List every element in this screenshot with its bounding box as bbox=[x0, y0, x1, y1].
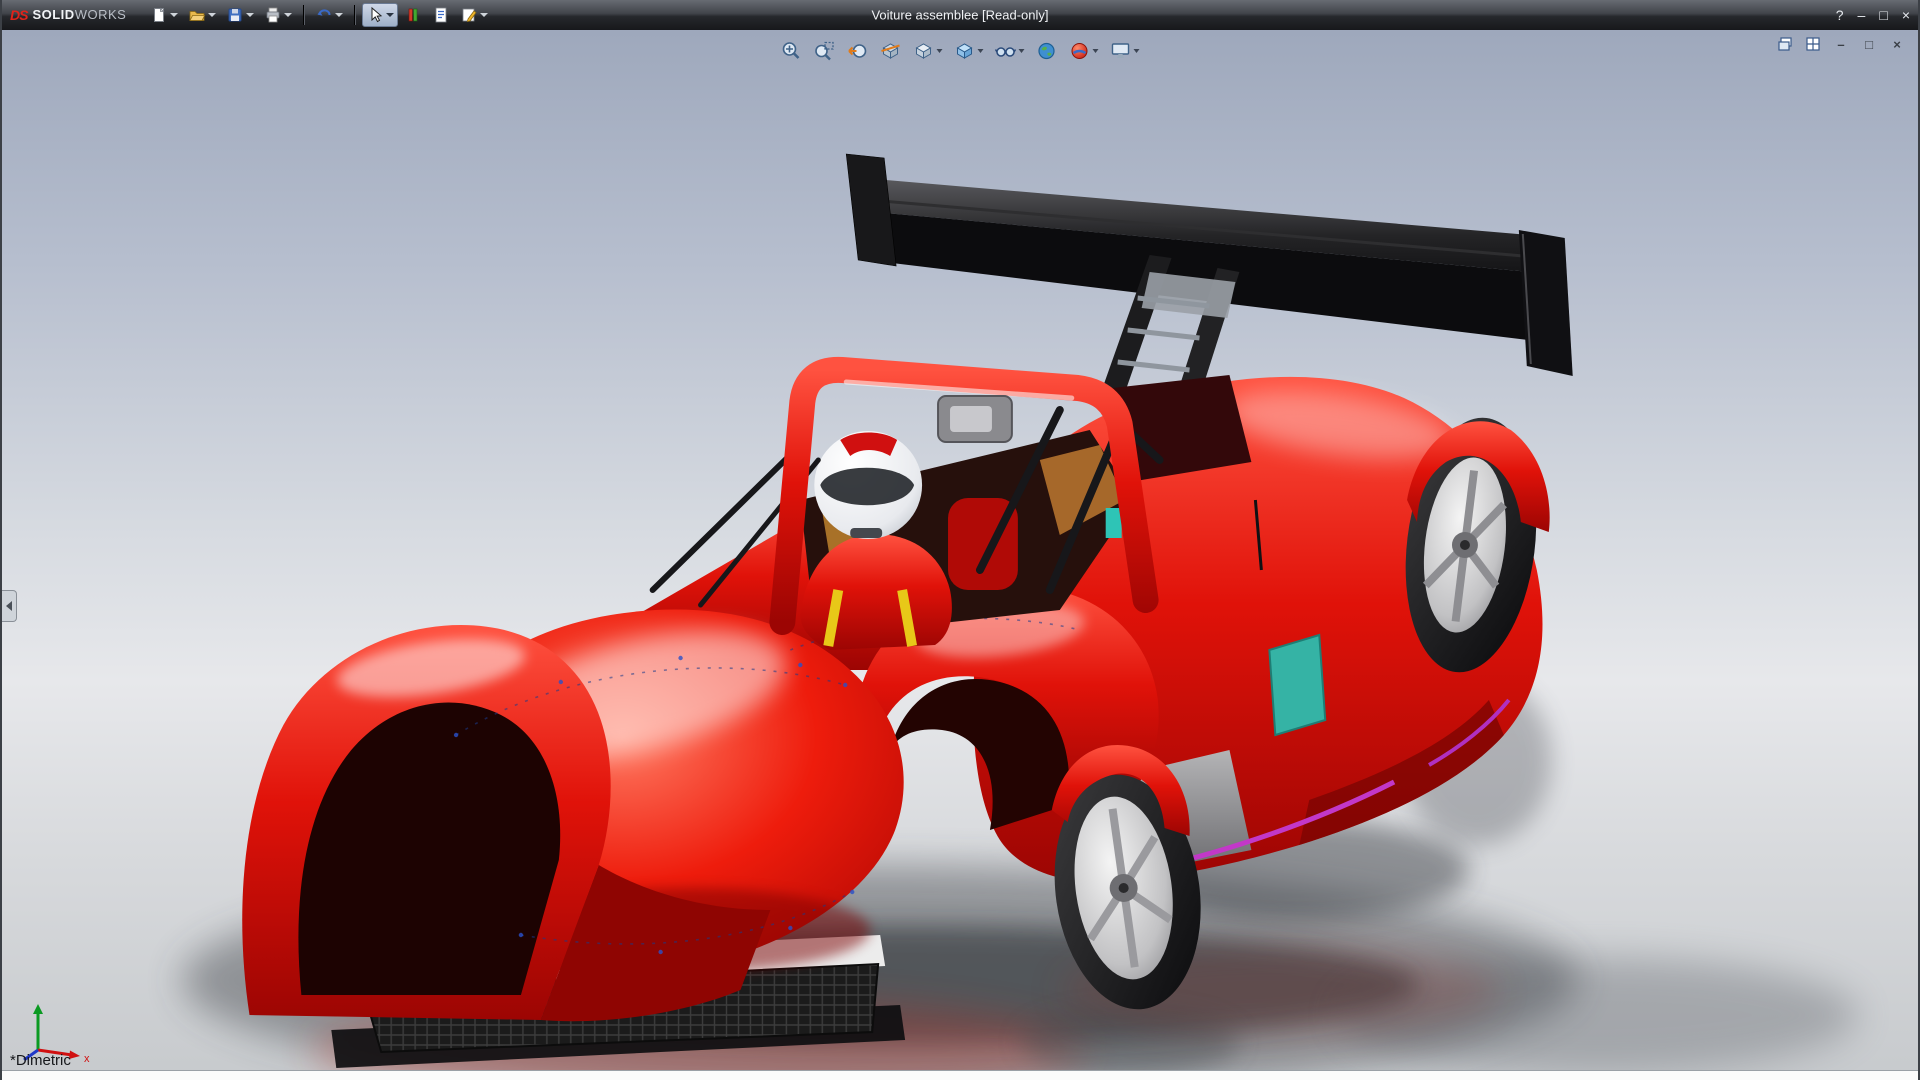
zoom-to-fit-icon bbox=[782, 42, 800, 59]
rebuild-button[interactable] bbox=[400, 3, 426, 27]
cascade-windows-icon bbox=[1778, 37, 1792, 51]
tile-windows-button[interactable] bbox=[1804, 36, 1822, 52]
collapse-arrow-icon bbox=[6, 601, 12, 611]
y-axis-arrow bbox=[33, 1004, 43, 1014]
help-button[interactable]: ? bbox=[1836, 8, 1844, 22]
previous-view-icon bbox=[848, 44, 867, 58]
hide-show-items-button[interactable] bbox=[993, 38, 1027, 64]
dropdown-caret[interactable] bbox=[480, 13, 489, 17]
options-icon bbox=[462, 8, 477, 23]
mirror-box bbox=[937, 395, 1013, 443]
heads-up-toolbar bbox=[773, 36, 1148, 66]
undo-button[interactable] bbox=[311, 3, 347, 27]
edit-appearance-button[interactable] bbox=[1067, 38, 1101, 64]
graphics-area[interactable]: – □ × x *Dimetric bbox=[2, 30, 1918, 1080]
display-style-icon bbox=[956, 43, 973, 59]
dropdown-caret[interactable] bbox=[284, 13, 293, 17]
dropdown-caret[interactable] bbox=[1092, 49, 1099, 53]
open-button[interactable] bbox=[184, 3, 220, 27]
file-properties-button[interactable] bbox=[428, 3, 454, 27]
close-button[interactable]: × bbox=[1902, 8, 1910, 22]
apply-scene-icon bbox=[1038, 42, 1055, 60]
feature-panel-collapse-tab[interactable] bbox=[2, 590, 17, 622]
view-settings-icon bbox=[1111, 43, 1130, 58]
select-cursor-icon bbox=[371, 6, 383, 23]
section-view-icon bbox=[881, 43, 900, 59]
file-properties-icon bbox=[435, 7, 447, 23]
window-title: Voiture assemblee [Read-only] bbox=[871, 7, 1049, 23]
save-icon bbox=[228, 8, 242, 22]
x-axis-label: x bbox=[84, 1053, 90, 1064]
brand-name-bold: SOLID bbox=[32, 7, 75, 22]
close-document-button[interactable]: × bbox=[1888, 36, 1906, 52]
dropdown-caret[interactable] bbox=[1133, 49, 1140, 53]
dropdown-caret[interactable] bbox=[386, 13, 395, 17]
3d-scene[interactable] bbox=[2, 30, 1918, 1080]
save-button[interactable] bbox=[222, 3, 258, 27]
dropdown-caret[interactable] bbox=[170, 13, 179, 17]
minimize-button[interactable]: – bbox=[1858, 8, 1866, 22]
display-style-button[interactable] bbox=[952, 38, 986, 64]
tile-windows-icon bbox=[1806, 37, 1820, 51]
solidworks-logo: DS SOLIDWORKS bbox=[10, 6, 126, 24]
select-button[interactable] bbox=[362, 3, 399, 27]
new-document-icon bbox=[154, 7, 165, 22]
toolbar-separator bbox=[303, 5, 305, 25]
edit-appearance-icon bbox=[1071, 43, 1088, 59]
print-icon bbox=[266, 7, 280, 23]
brand-name-rest: WORKS bbox=[74, 7, 127, 22]
hide-show-items-icon bbox=[994, 47, 1017, 57]
front-left-fender[interactable] bbox=[242, 625, 611, 1020]
dropdown-caret[interactable] bbox=[1018, 49, 1025, 53]
open-folder-icon bbox=[189, 11, 206, 21]
view-orientation-button[interactable] bbox=[911, 38, 945, 64]
options-button[interactable] bbox=[456, 3, 492, 27]
status-bar-edge bbox=[2, 1070, 1918, 1080]
print-button[interactable] bbox=[260, 3, 296, 27]
section-view-button[interactable] bbox=[878, 38, 904, 64]
dropdown-caret[interactable] bbox=[246, 13, 255, 17]
document-window-controls: – □ × bbox=[1776, 36, 1906, 52]
toolbar-separator bbox=[354, 5, 356, 25]
previous-view-button[interactable] bbox=[845, 38, 871, 64]
view-orientation-label: *Dimetric bbox=[10, 1052, 71, 1069]
window-controls: ? – □ × bbox=[1836, 8, 1910, 22]
restore-button[interactable]: □ bbox=[1879, 8, 1887, 22]
dropdown-caret[interactable] bbox=[977, 49, 984, 53]
dropdown-caret[interactable] bbox=[208, 13, 217, 17]
new-document-button[interactable] bbox=[146, 3, 182, 27]
rebuild-icon bbox=[409, 8, 418, 22]
undo-icon bbox=[317, 9, 331, 16]
zoom-to-fit-button[interactable] bbox=[779, 38, 805, 64]
titlebar: DS SOLIDWORKS Voiture assemblee [Read-on… bbox=[2, 0, 1918, 31]
cascade-windows-button[interactable] bbox=[1776, 36, 1794, 52]
zoom-to-area-button[interactable] bbox=[812, 38, 838, 64]
ds-logo-icon: DS bbox=[10, 7, 28, 23]
zoom-to-area-icon bbox=[815, 41, 834, 61]
dropdown-caret[interactable] bbox=[335, 13, 344, 17]
view-settings-button[interactable] bbox=[1108, 38, 1142, 64]
view-orientation-icon bbox=[915, 43, 932, 59]
apply-scene-button[interactable] bbox=[1034, 38, 1060, 64]
teal-detail bbox=[1105, 508, 1122, 538]
main-toolbar bbox=[146, 3, 492, 27]
dropdown-caret[interactable] bbox=[936, 49, 943, 53]
solidworks-window: DS SOLIDWORKS Voiture assemblee [Read-on… bbox=[0, 0, 1920, 1080]
teal-panel bbox=[1268, 633, 1327, 737]
minimize-document-button[interactable]: – bbox=[1832, 36, 1850, 52]
restore-document-button[interactable]: □ bbox=[1860, 36, 1878, 52]
